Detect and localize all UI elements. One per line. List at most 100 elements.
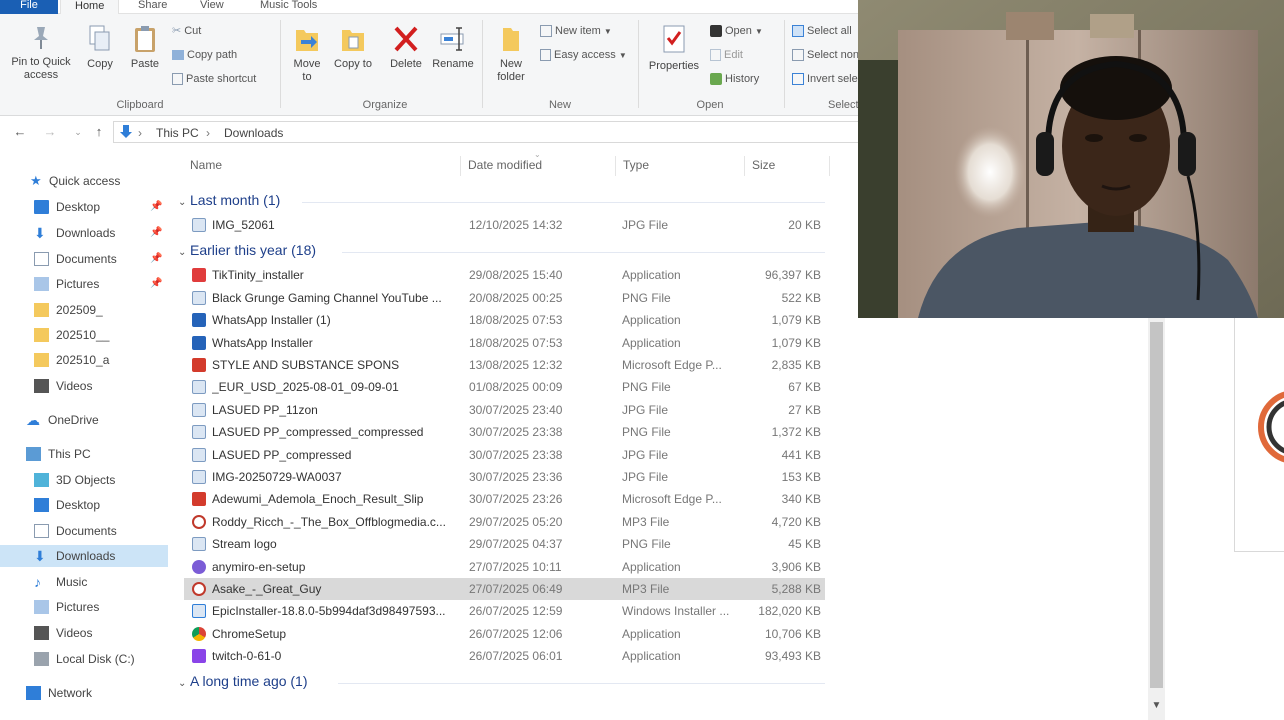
file-type: PNG File [622,290,671,305]
nav-item-folder[interactable]: 202510__ [0,324,168,346]
nav-quick-access[interactable]: ★ Quick access [0,170,168,192]
column-divider[interactable] [829,156,830,176]
nav-this-pc[interactable]: This PC [0,443,168,465]
forward-arrow-icon[interactable]: → [42,124,58,140]
tab-view[interactable]: View [186,0,238,14]
breadcrumb-this-pc[interactable]: This PC [156,126,199,140]
paste-shortcut-button[interactable]: Paste shortcut [172,70,256,88]
image-icon [192,380,206,395]
file-date: 30/07/2025 23:26 [469,492,563,507]
copy-button[interactable]: Copy [82,24,118,71]
nav-item-documents[interactable]: Documents 📌 [0,248,168,270]
file-row[interactable]: Black Grunge Gaming Channel YouTube ... 2… [184,287,825,309]
file-row[interactable]: EpicInstaller-18.8.0-5b994daf3d98497593.… [184,600,825,622]
file-row[interactable]: LASUED PP_compressed 30/07/2025 23:38 JPG … [184,444,825,466]
properties-button[interactable]: Properties [644,24,704,73]
file-name: LASUED PP_compressed [212,447,352,462]
file-row[interactable]: STYLE AND SUBSTANCE SPONS 13/08/2025 12:3… [184,354,825,376]
file-row[interactable]: ChromeSetup 26/07/2025 12:06 Application 10… [184,623,825,645]
rename-button[interactable]: Rename [430,24,476,71]
nav-item-folder[interactable]: 202509_ [0,299,168,321]
file-name: anymiro-en-setup [212,559,306,574]
nav-item-pictures[interactable]: Pictures [0,596,168,618]
file-row[interactable]: IMG-20250729-WA0037 30/07/2025 23:36 JPG F… [184,466,825,488]
back-arrow-icon[interactable]: ← [12,124,28,140]
copy-path-button[interactable]: Copy path [172,46,237,64]
column-divider[interactable] [744,156,745,176]
file-row[interactable]: TikTinity_installer 29/08/2025 15:40 Appli… [184,264,825,286]
nav-network[interactable]: Network [0,682,168,704]
nav-item-label: Videos [56,626,93,640]
collapse-chevron-icon[interactable]: ⌄ [178,678,190,689]
file-name: Adewumi_Ademola_Enoch_Result_Slip [212,492,424,507]
tab-home[interactable]: Home [60,0,120,14]
nav-item-3d-objects[interactable]: 3D Objects [0,469,168,491]
column-divider[interactable] [460,156,461,176]
new-item-button[interactable]: New item ▼ [540,22,612,40]
group-header[interactable]: ⌄ Earlier this year (18) [178,242,316,264]
copy-path-label: Copy path [187,49,238,61]
nav-item-desktop[interactable]: Desktop [0,494,168,516]
nav-item-label: Desktop [56,200,101,214]
column-divider[interactable] [615,156,616,176]
nav-item-local-disk[interactable]: Local Disk (C:) [0,648,168,670]
file-row[interactable]: IMG_52061 12/10/2025 14:32 JPG File 20 KB [184,214,825,236]
nav-item-desktop[interactable]: Desktop 📌 [0,196,168,218]
select-all-button[interactable]: Select all [792,22,852,40]
history-button[interactable]: History [710,70,759,88]
nav-item-downloads-selected[interactable]: ⬇ Downloads [0,545,168,567]
column-header-date[interactable]: Date modified [468,158,542,172]
file-row[interactable]: Adewumi_Ademola_Enoch_Result_Slip 30/07/2… [184,488,825,510]
collapse-chevron-icon[interactable]: ⌄ [178,197,190,208]
copy-to-button[interactable]: Copy to [334,24,372,71]
delete-button[interactable]: Delete [386,24,426,71]
new-folder-button[interactable]: New folder [490,24,532,84]
open-button[interactable]: Open ▼ [710,22,763,40]
nav-item-folder[interactable]: 202510_a [0,349,168,371]
cut-button[interactable]: ✂ Cut [172,22,201,40]
tab-share[interactable]: Share [124,0,181,14]
history-icon [710,73,722,86]
easy-access-button[interactable]: Easy access ▼ [540,46,627,64]
address-bar[interactable]: › This PC › Downloads [113,121,858,143]
tab-file[interactable]: File [0,0,58,14]
edit-button[interactable]: Edit [710,46,743,64]
file-row[interactable]: twitch-0-61-0 26/07/2025 06:01 Application… [184,645,825,667]
column-header-name[interactable]: Name [190,158,222,172]
file-row[interactable]: WhatsApp Installer 18/08/2025 07:53 Applic… [184,332,825,354]
group-header[interactable]: ⌄ A long time ago (1) [178,673,308,695]
file-list: Name Date modified ⌄ Type Size ⌄ Last mon… [172,150,858,720]
recent-locations-chevron-icon[interactable]: ⌄ [70,124,86,140]
properties-label: Properties [648,60,700,72]
file-row[interactable]: _EUR_USD_2025-08-01_09-09-01 01/08/2025 0… [184,376,825,398]
column-header-type[interactable]: Type [623,158,649,172]
select-none-button[interactable]: Select none [792,46,865,64]
paste-button[interactable]: Paste [126,24,164,71]
nav-onedrive[interactable]: ☁ OneDrive [0,409,168,431]
breadcrumb-downloads[interactable]: Downloads [224,126,283,140]
file-row[interactable]: Stream logo 29/07/2025 04:37 PNG File 45 KB [184,533,825,555]
nav-item-label: 202510__ [56,328,110,342]
scrollbar-thumb[interactable] [1150,322,1163,688]
file-row[interactable]: LASUED PP_compressed_compressed 30/07/202… [184,421,825,443]
file-row[interactable]: anymiro-en-setup 27/07/2025 10:11 Applicat… [184,556,825,578]
pin-quick-access-button[interactable]: Pin to Quick access [6,24,76,82]
move-to-button[interactable]: Move to [288,24,326,84]
scroll-down-arrow-icon[interactable]: ▼ [1150,700,1163,716]
address-bar-row: ← → ⌄ ↑ › This PC › Downloads [0,117,858,147]
nav-item-pictures[interactable]: Pictures 📌 [0,273,168,295]
group-header[interactable]: ⌄ Last month (1) [178,192,280,214]
file-row[interactable]: WhatsApp Installer (1) 18/08/2025 07:53 Ap… [184,309,825,331]
nav-item-documents[interactable]: Documents [0,520,168,542]
up-arrow-icon[interactable]: ↑ [91,124,107,140]
file-row[interactable]: LASUED PP_11zon 30/07/2025 23:40 JPG File 2… [184,399,825,421]
column-header-size[interactable]: Size [752,158,775,172]
collapse-chevron-icon[interactable]: ⌄ [178,247,190,258]
nav-item-videos[interactable]: Videos [0,622,168,644]
file-row-selected[interactable]: Asake_-_Great_Guy 27/07/2025 06:49 MP3 Fil… [184,578,825,600]
nav-item-music[interactable]: ♪ Music [0,571,168,593]
nav-item-downloads[interactable]: ⬇ Downloads 📌 [0,222,168,244]
file-row[interactable]: Roddy_Ricch_-_The_Box_Offblogmedia.c... 2… [184,511,825,533]
tab-music-tools[interactable]: Music Tools [246,0,331,14]
nav-item-videos[interactable]: Videos [0,375,168,397]
